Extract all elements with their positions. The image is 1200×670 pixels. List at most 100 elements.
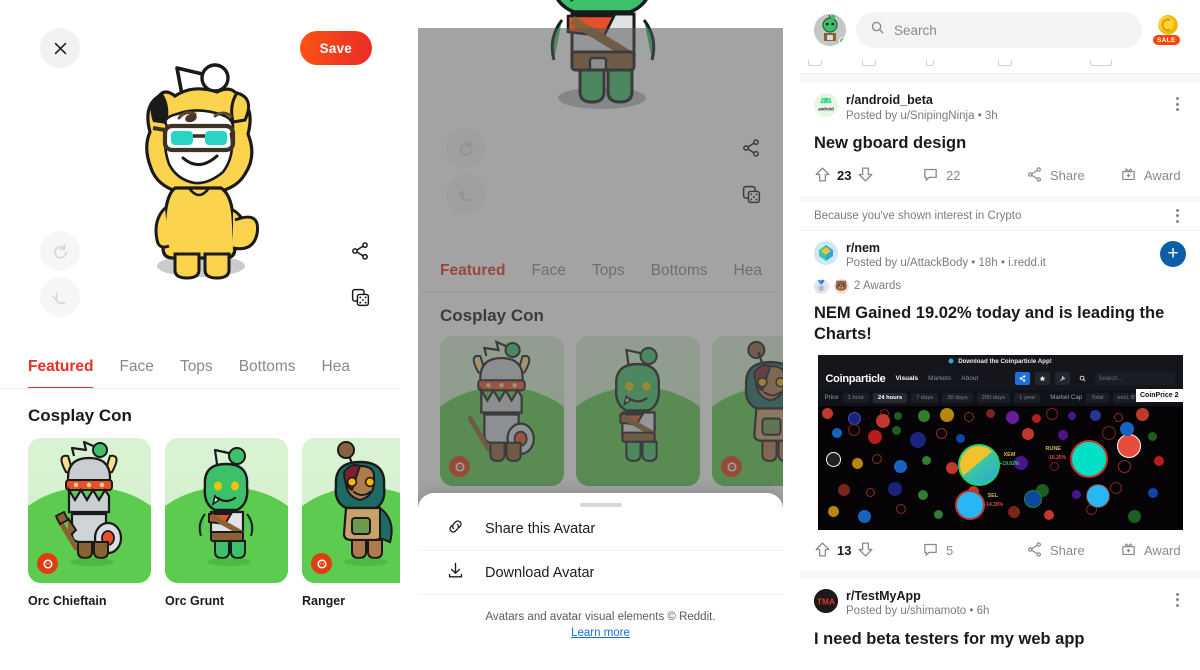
tab-hea[interactable]: Hea [322,358,350,376]
learn-more-link[interactable]: Learn more [571,627,630,639]
award-button[interactable]: Award [1120,166,1181,186]
sheet-item-download-avatar[interactable]: Download Avatar [418,551,783,595]
search-input[interactable]: Search [856,12,1142,48]
avatar-thumbnail[interactable] [712,336,783,486]
post-overflow-menu-icon[interactable] [1168,93,1186,111]
bubble-sel-change: -14.39% [984,501,1004,508]
range-200-days[interactable]: 200 days [976,392,1011,403]
svg-text:TMA: TMA [817,596,835,606]
range-1-year[interactable]: 1 year [1014,392,1041,403]
undo-icon[interactable] [446,174,486,214]
coinparticle-banner: Download the Coinparticle App! [817,354,1183,368]
tab-tops[interactable]: Tops [180,358,213,376]
post-action-bar: 23 22 Share Award [814,155,1186,196]
randomize-dice-icon[interactable] [731,174,771,214]
avatar-thumbnail[interactable] [440,336,564,486]
vote-controls[interactable]: 13 [814,541,922,561]
avatar-thumbnail[interactable] [165,438,288,583]
coinparticle-tooltip: CoinPrice 2 [1135,388,1183,402]
post-title[interactable]: New gboard design [814,124,1186,154]
sheet-item-share-this-avatar[interactable]: Share this Avatar [418,507,783,551]
search-icon[interactable] [1075,372,1090,385]
coinparticle-nav-markets[interactable]: Markets [928,375,951,382]
star-icon[interactable] [1034,372,1050,386]
coinparticle-search-input[interactable]: Search... [1094,372,1175,386]
share-icon[interactable] [731,128,771,168]
subreddit-name[interactable]: r/nem [846,241,1152,257]
avatar-preview [105,48,295,293]
share-bottom-sheet: Share this Avatar Download Avatar Avatar… [418,493,783,670]
share-icon[interactable] [1014,372,1030,386]
post-title[interactable]: I need beta testers for my web app [814,620,1186,650]
undo-icon[interactable] [40,277,80,317]
avatar-thumbnail[interactable] [576,336,700,486]
save-button[interactable]: Save [299,31,372,65]
tab-featured[interactable]: Featured [440,262,506,291]
coinparticle-nav-about[interactable]: About [961,375,978,382]
range-24-hours[interactable]: 24 hours [873,392,908,403]
avatar-card-ranger[interactable]: Ranger [302,438,400,608]
avatar-card-ranger[interactable]: Ranger [712,336,783,511]
redo-icon[interactable] [40,231,80,271]
comments-button[interactable]: 5 [922,541,1026,561]
wrench-icon[interactable] [1054,372,1070,386]
coinparticle-nav-visuals[interactable]: Visuals [895,375,918,382]
bubble-xem-change: +19.02% [999,460,1020,467]
category-tabs: Featured Face Tops Bottoms Hea [0,345,400,389]
avatar-card-orc-chieftain[interactable]: Orc Chieftain [28,438,151,608]
downvote-icon[interactable] [857,166,874,186]
range-1-hour[interactable]: 1 hour [842,392,870,403]
crypto-bubble-chart[interactable]: XEM +19.02% RUNE -16.25% SEL -14.39% [817,405,1183,530]
recommendation-text: Because you've shown interest in Crypto [814,209,1022,222]
post-title[interactable]: NEM Gained 19.02% today and is leading t… [814,294,1186,346]
avatar-preview-stage: Save [0,0,400,345]
share-button[interactable]: Share [1026,541,1120,561]
section-title: Cosplay Con [440,306,544,325]
bubble-rune [1069,439,1108,478]
tab-hea[interactable]: Hea [734,262,762,280]
share-button[interactable]: Share [1026,166,1120,186]
post-byline: Posted by u/shimamoto • 6h [846,605,990,618]
tab-bottoms[interactable]: Bottoms [651,262,708,280]
subreddit-name[interactable]: r/TestMyApp [846,589,1160,605]
upvote-icon[interactable] [814,166,831,186]
join-subreddit-button[interactable]: + [1160,240,1186,267]
comments-button[interactable]: 22 [922,166,1026,186]
avatar-preview [506,0,696,125]
award-label: Award [1144,168,1181,184]
post-testmyapp[interactable]: TMA r/TestMyApp Posted by u/shimamoto • … [800,578,1200,651]
upvote-count: 13 [837,543,852,559]
avatar-card-orc-grunt[interactable]: Orc Grunt [576,336,700,511]
range-7-days[interactable]: 7 days [911,392,939,403]
post-android-beta[interactable]: android r/android_beta Posted by u/Snipi… [800,83,1200,196]
post-overflow-menu-icon[interactable] [1168,589,1186,607]
downvote-icon[interactable] [857,541,874,561]
tab-tops[interactable]: Tops [592,262,625,280]
close-icon[interactable] [40,28,80,68]
coinparticle-embed-image[interactable]: Download the Coinparticle App! Coinparti… [817,354,1183,530]
coins-sale-button[interactable]: SALE [1152,13,1186,47]
award-button[interactable]: Award [1120,541,1181,561]
randomize-dice-icon[interactable] [340,277,380,317]
share-icon[interactable] [340,231,380,271]
post-nem[interactable]: r/nem Posted by u/AttackBody • 18h • i.r… [800,230,1200,571]
range-30-days[interactable]: 30 days [942,392,973,403]
upvote-icon[interactable] [814,541,831,561]
copyright-text: Avatars and avatar visual elements © Red… [485,611,716,623]
redo-icon[interactable] [446,128,486,168]
tab-face[interactable]: Face [119,358,153,376]
avatar-thumbnail[interactable] [302,438,400,583]
avatar-card-orc-chieftain[interactable]: Orc Chieftain [440,336,564,511]
recommendation-overflow-menu-icon[interactable] [1168,208,1186,223]
tab-featured[interactable]: Featured [28,358,94,388]
subreddit-name[interactable]: r/android_beta [846,93,1160,109]
tab-face[interactable]: Face [531,262,565,280]
marketcap-total[interactable]: Total [1086,392,1109,403]
avatar-card-orc-grunt[interactable]: Orc Grunt [165,438,288,608]
comment-count: 5 [946,543,954,559]
tab-bottoms[interactable]: Bottoms [239,358,296,376]
vote-controls[interactable]: 23 [814,166,922,186]
avatar-thumbnail[interactable] [28,438,151,583]
link-icon [446,517,465,541]
avatar[interactable] [814,14,846,46]
